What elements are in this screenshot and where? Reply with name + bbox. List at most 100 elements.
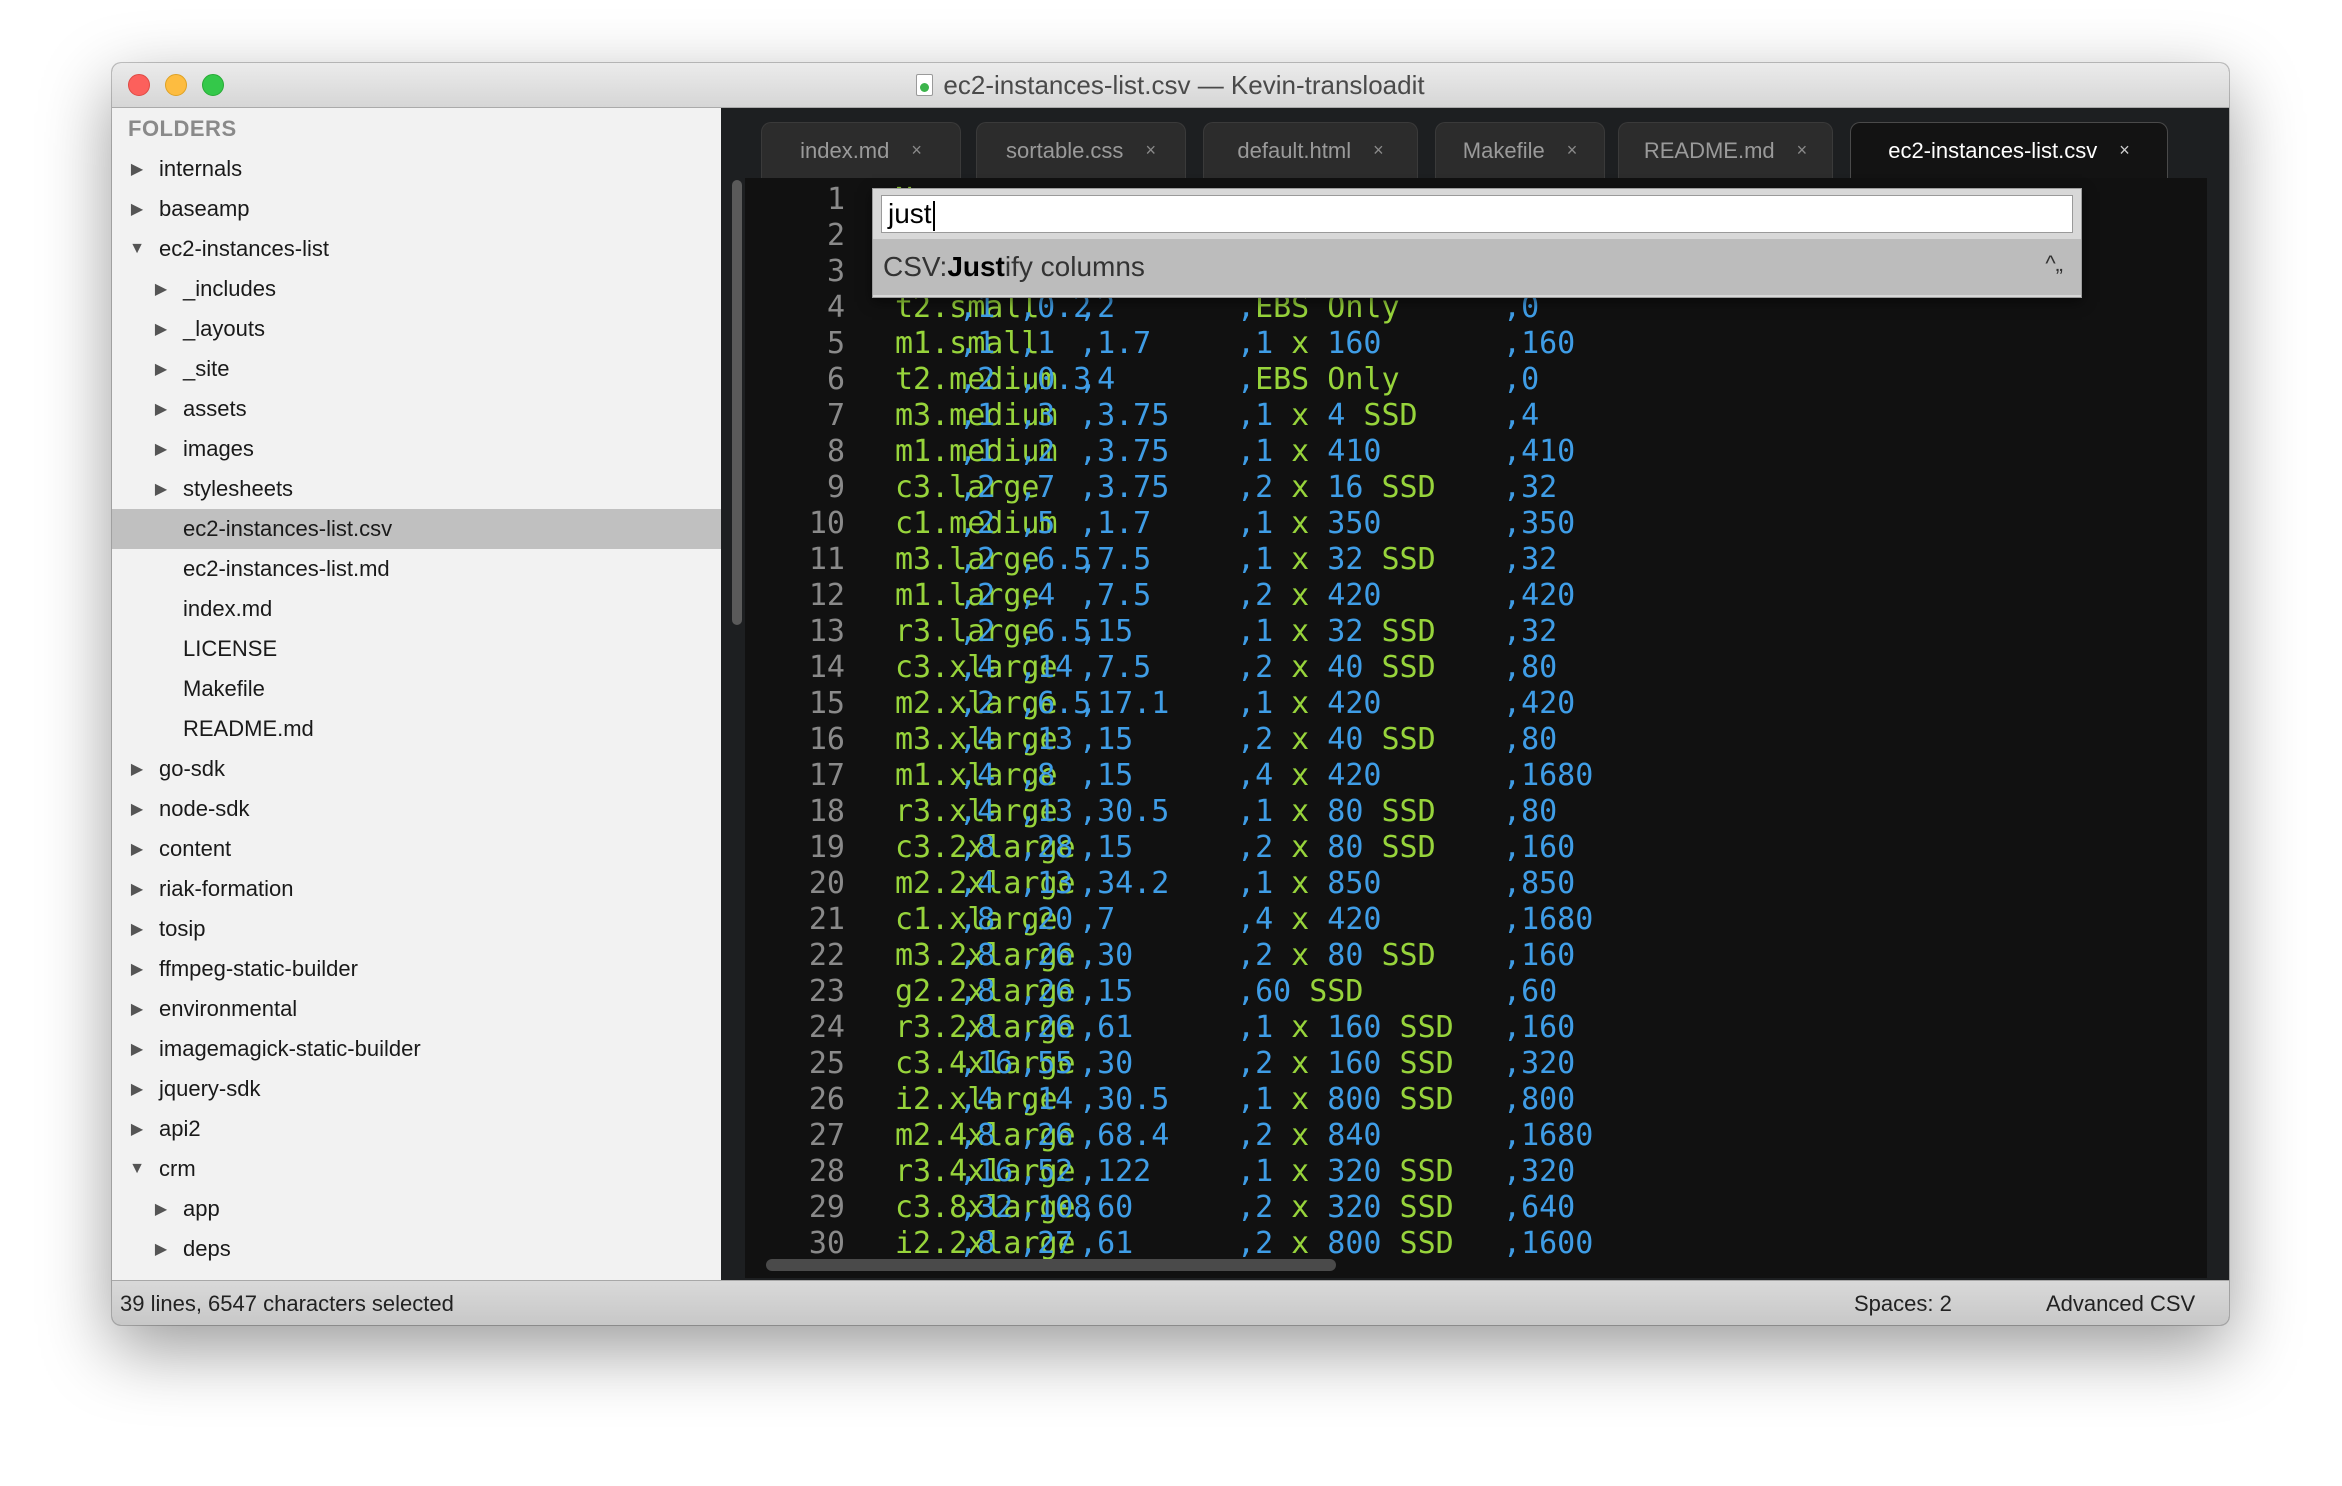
csv-separator: , bbox=[1019, 758, 1038, 793]
sidebar-item-label: ffmpeg-static-builder bbox=[159, 956, 358, 981]
tab-index-md[interactable]: index.md × bbox=[761, 122, 961, 178]
sidebar-folder[interactable]: ▶ _site bbox=[112, 349, 721, 389]
disclosure-closed-icon[interactable]: ▶ bbox=[152, 359, 170, 379]
sidebar-folder[interactable]: ▶ ffmpeg-static-builder bbox=[112, 949, 721, 989]
disclosure-open-icon[interactable]: ▼ bbox=[128, 240, 146, 258]
indentation-setting[interactable]: Spaces: 2 bbox=[1854, 1291, 1952, 1317]
disclosure-open-icon[interactable]: ▼ bbox=[128, 1160, 146, 1178]
csv-cell: ,800 bbox=[1503, 1082, 1575, 1118]
disclosure-closed-icon[interactable]: ▶ bbox=[128, 1119, 146, 1139]
sidebar-folder[interactable]: ▶ images bbox=[112, 429, 721, 469]
editor-vertical-scrollbar[interactable] bbox=[2206, 183, 2216, 1183]
csv-separator: , bbox=[1019, 542, 1038, 577]
tab-close-icon[interactable]: × bbox=[1145, 140, 1156, 161]
tab-close-icon[interactable]: × bbox=[1797, 140, 1808, 161]
disclosure-closed-icon[interactable]: ▶ bbox=[128, 879, 146, 899]
disclosure-closed-icon[interactable]: ▶ bbox=[128, 799, 146, 819]
tab-ec2-instances-list-csv[interactable]: ec2-instances-list.csv × bbox=[1850, 122, 2168, 178]
syntax-selector[interactable]: Advanced CSV bbox=[2046, 1291, 2195, 1317]
sidebar-folder[interactable]: ▶ content bbox=[112, 829, 721, 869]
disclosure-closed-icon[interactable]: ▶ bbox=[128, 919, 146, 939]
sidebar-folder[interactable]: ▶ baseamp bbox=[112, 189, 721, 229]
disclosure-closed-icon[interactable]: ▶ bbox=[152, 319, 170, 339]
csv-cell-value: 5 bbox=[1037, 506, 1056, 541]
sidebar-folder[interactable]: ▶ riak-formation bbox=[112, 869, 721, 909]
csv-cell: ,27 bbox=[1019, 1226, 1073, 1262]
csv-separator: , bbox=[1079, 722, 1098, 757]
disclosure-closed-icon[interactable]: ▶ bbox=[128, 159, 146, 179]
csv-cell-value: 1.7 bbox=[1097, 326, 1152, 361]
csv-cell-token: x bbox=[1273, 326, 1310, 361]
sidebar-file[interactable]: README.md bbox=[112, 709, 721, 749]
csv-cell-token: EBS bbox=[1255, 362, 1310, 397]
sidebar-file[interactable]: Makefile bbox=[112, 669, 721, 709]
csv-cell: ,1.7 bbox=[1079, 506, 1151, 542]
sidebar-folder[interactable]: ▶ _includes bbox=[112, 269, 721, 309]
sidebar-folder[interactable]: ▶ _layouts bbox=[112, 309, 721, 349]
disclosure-closed-icon[interactable]: ▶ bbox=[128, 1039, 146, 1059]
sidebar-file[interactable]: ec2-instances-list.csv bbox=[112, 509, 721, 549]
csv-cell-value: 420 bbox=[1521, 686, 1576, 721]
disclosure-closed-icon[interactable]: ▶ bbox=[152, 1239, 170, 1259]
csv-cell: ,4 bbox=[959, 794, 995, 830]
tab-close-icon[interactable]: × bbox=[1567, 140, 1578, 161]
disclosure-closed-icon[interactable]: ▶ bbox=[152, 1199, 170, 1219]
disclosure-closed-icon[interactable]: ▶ bbox=[152, 479, 170, 499]
csv-separator: , bbox=[1019, 506, 1038, 541]
sidebar-folder[interactable]: ▶ environmental bbox=[112, 989, 721, 1029]
csv-separator: , bbox=[1503, 866, 1522, 901]
code-area[interactable]: Nttt2.small,1,0.2,2,EBS Only,0m1.small,1… bbox=[745, 178, 2207, 1278]
disclosure-closed-icon[interactable]: ▶ bbox=[128, 1079, 146, 1099]
sidebar-scrollbar-thumb[interactable] bbox=[732, 180, 742, 625]
disclosure-closed-icon[interactable]: ▶ bbox=[128, 199, 146, 219]
sidebar-folder[interactable]: ▼ crm bbox=[112, 1149, 721, 1189]
sidebar-folder[interactable]: ▶ stylesheets bbox=[112, 469, 721, 509]
sidebar-folder[interactable]: ▶ tosip bbox=[112, 909, 721, 949]
sidebar-folder[interactable]: ▶ assets bbox=[112, 389, 721, 429]
disclosure-closed-icon[interactable]: ▶ bbox=[128, 959, 146, 979]
sidebar-folder[interactable]: ▶ deps bbox=[112, 1229, 721, 1269]
sidebar-folder[interactable]: ▶ node-sdk bbox=[112, 789, 721, 829]
editor-horizontal-scrollbar[interactable] bbox=[766, 1259, 1336, 1271]
sidebar-folder[interactable]: ▶ jquery-sdk bbox=[112, 1069, 721, 1109]
disclosure-closed-icon[interactable]: ▶ bbox=[128, 759, 146, 779]
sidebar-file[interactable]: LICENSE bbox=[112, 629, 721, 669]
tab-makefile[interactable]: Makefile × bbox=[1435, 122, 1605, 178]
csv-separator: , bbox=[1237, 1010, 1256, 1045]
tab-sortable-css[interactable]: sortable.css × bbox=[976, 122, 1186, 178]
csv-cell-token: 1 bbox=[1255, 542, 1274, 577]
csv-cell: ,20 bbox=[1019, 902, 1073, 938]
disclosure-closed-icon[interactable]: ▶ bbox=[152, 399, 170, 419]
csv-cell: ,17.1 bbox=[1079, 686, 1169, 722]
tab-default-html[interactable]: default.html × bbox=[1203, 122, 1418, 178]
disclosure-closed-icon[interactable]: ▶ bbox=[152, 279, 170, 299]
disclosure-closed-icon[interactable]: ▶ bbox=[128, 999, 146, 1019]
sidebar-folder[interactable]: ▶ imagemagick-static-builder bbox=[112, 1029, 721, 1069]
command-result-justify-columns[interactable]: CSV: Just ify columns ^„ bbox=[873, 239, 2081, 295]
sidebar-folder[interactable]: ▼ ec2-instances-list bbox=[112, 229, 721, 269]
code-editor[interactable]: 1 2 3 4 5 6 7 8 9 10 11 12 13 14 15 16 17 18 19 20 21 22 23 24 2… bbox=[745, 178, 2207, 1278]
sidebar-folder[interactable]: ▶ api2 bbox=[112, 1109, 721, 1149]
tab-readme-md[interactable]: README.md × bbox=[1618, 122, 1833, 178]
csv-cell: ,5 bbox=[1019, 506, 1055, 542]
tab-close-icon[interactable]: × bbox=[1373, 140, 1384, 161]
csv-separator: , bbox=[959, 1046, 978, 1081]
csv-separator: , bbox=[959, 974, 978, 1009]
sidebar-file[interactable]: index.md bbox=[112, 589, 721, 629]
sidebar-folder[interactable]: ▶ internals bbox=[112, 149, 721, 189]
csv-cell-value: 4 bbox=[977, 722, 996, 757]
sidebar-folder[interactable]: ▶ app bbox=[112, 1189, 721, 1229]
csv-separator: , bbox=[1503, 1226, 1522, 1261]
csv-cell-value: 2 bbox=[977, 470, 996, 505]
csv-cell: ,60 bbox=[1503, 974, 1557, 1010]
disclosure-closed-icon[interactable]: ▶ bbox=[152, 439, 170, 459]
disclosure-closed-icon[interactable]: ▶ bbox=[128, 839, 146, 859]
tab-close-icon[interactable]: × bbox=[911, 140, 922, 161]
csv-cell-value: 80 bbox=[1521, 794, 1558, 829]
sidebar-file[interactable]: ec2-instances-list.md bbox=[112, 549, 721, 589]
command-palette-input[interactable]: just bbox=[881, 195, 2073, 233]
sidebar-folder[interactable]: ▶ go-sdk bbox=[112, 749, 721, 789]
csv-cell: ,0 bbox=[1503, 362, 1539, 398]
tab-close-icon[interactable]: × bbox=[2119, 140, 2130, 161]
sidebar-folder[interactable]: ▶envs bbox=[112, 1269, 721, 1280]
